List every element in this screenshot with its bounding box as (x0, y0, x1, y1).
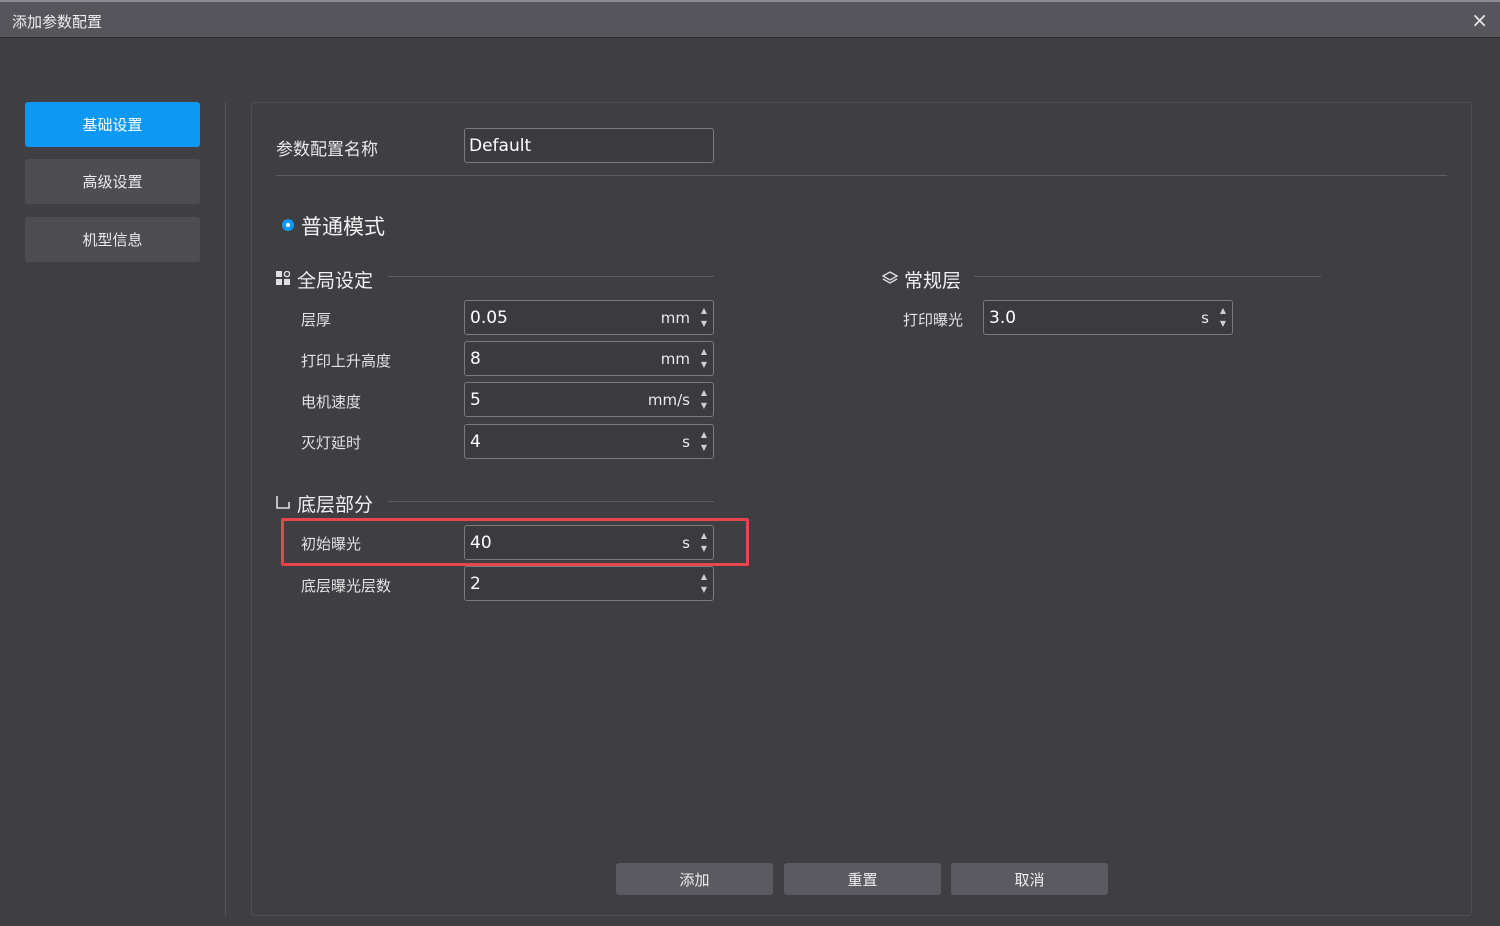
nav-basic-settings[interactable]: 基础设置 (25, 102, 200, 147)
bottom-layer-count-spinbox[interactable]: 2 ▲ ▼ (464, 566, 714, 601)
layer-thickness-unit: mm (660, 309, 690, 327)
bottom-section-title: 底层部分 (297, 494, 374, 516)
profile-name-field[interactable] (464, 128, 714, 163)
window-title: 添加参数配置 (12, 13, 103, 31)
layer-thickness-spinbox[interactable]: 0.05 mm ▲ ▼ (464, 300, 714, 335)
print-exposure-unit: s (1201, 309, 1209, 327)
spin-up-icon[interactable]: ▲ (699, 386, 709, 399)
close-icon[interactable]: × (1471, 8, 1488, 32)
bottom-layer-icon (276, 496, 290, 509)
spin-up-icon[interactable]: ▲ (699, 570, 709, 583)
spin-down-icon[interactable]: ▼ (699, 583, 709, 596)
bottom-layer-count-value[interactable]: 2 (470, 574, 481, 594)
grid-settings-icon (276, 271, 290, 285)
lift-height-spinbox[interactable]: 8 mm ▲ ▼ (464, 341, 714, 376)
motor-speed-value[interactable]: 5 (470, 390, 481, 410)
reset-button[interactable]: 重置 (784, 863, 941, 895)
profile-divider (276, 175, 1447, 176)
motor-speed-spinbox[interactable]: 5 mm/s ▲ ▼ (464, 382, 714, 417)
profile-name-input[interactable] (465, 129, 713, 162)
initial-exposure-value[interactable]: 40 (470, 533, 492, 553)
settings-panel (251, 102, 1472, 916)
spin-down-icon[interactable]: ▼ (699, 358, 709, 371)
normal-layer-title: 常规层 (904, 270, 962, 292)
initial-exposure-label: 初始曝光 (301, 535, 362, 553)
initial-exposure-spinbox[interactable]: 40 s ▲ ▼ (464, 525, 714, 560)
title-bar: 添加参数配置 × (0, 0, 1500, 38)
bottom-section-divider (388, 501, 714, 502)
light-off-delay-spinbox[interactable]: 4 s ▲ ▼ (464, 424, 714, 459)
spin-up-icon[interactable]: ▲ (699, 529, 709, 542)
lift-height-unit: mm (660, 350, 690, 368)
layers-icon (882, 271, 898, 284)
spin-up-icon[interactable]: ▲ (699, 345, 709, 358)
global-settings-title: 全局设定 (297, 270, 374, 292)
nav-advanced-settings[interactable]: 高级设置 (25, 159, 200, 204)
spin-down-icon[interactable]: ▼ (1218, 317, 1228, 330)
spin-down-icon[interactable]: ▼ (699, 542, 709, 555)
spin-up-icon[interactable]: ▲ (1218, 304, 1228, 317)
normal-layer-divider (974, 276, 1321, 277)
spin-down-icon[interactable]: ▼ (699, 441, 709, 454)
global-settings-divider (388, 276, 714, 277)
normal-mode-label[interactable]: 普通模式 (301, 211, 385, 241)
lift-height-value[interactable]: 8 (470, 349, 481, 369)
print-exposure-value[interactable]: 3.0 (989, 308, 1016, 328)
bottom-layer-count-label: 底层曝光层数 (301, 577, 392, 595)
normal-mode-radio[interactable] (282, 219, 294, 231)
cancel-button[interactable]: 取消 (951, 863, 1108, 895)
layer-thickness-label: 层厚 (301, 311, 332, 329)
light-off-delay-unit: s (682, 433, 690, 451)
motor-speed-label: 电机速度 (301, 393, 362, 411)
spin-up-icon[interactable]: ▲ (699, 428, 709, 441)
spin-up-icon[interactable]: ▲ (699, 304, 709, 317)
add-button[interactable]: 添加 (616, 863, 773, 895)
spin-down-icon[interactable]: ▼ (699, 317, 709, 330)
spin-down-icon[interactable]: ▼ (699, 399, 709, 412)
lift-height-label: 打印上升高度 (301, 352, 392, 370)
layer-thickness-value[interactable]: 0.05 (470, 308, 508, 328)
nav-divider (225, 102, 226, 916)
light-off-delay-value[interactable]: 4 (470, 432, 481, 452)
light-off-delay-label: 灭灯延时 (301, 434, 362, 452)
profile-name-label: 参数配置名称 (276, 140, 378, 160)
motor-speed-unit: mm/s (647, 391, 690, 409)
print-exposure-label: 打印曝光 (903, 311, 964, 329)
initial-exposure-unit: s (682, 534, 690, 552)
nav-machine-info[interactable]: 机型信息 (25, 217, 200, 262)
print-exposure-spinbox[interactable]: 3.0 s ▲ ▼ (983, 300, 1233, 335)
